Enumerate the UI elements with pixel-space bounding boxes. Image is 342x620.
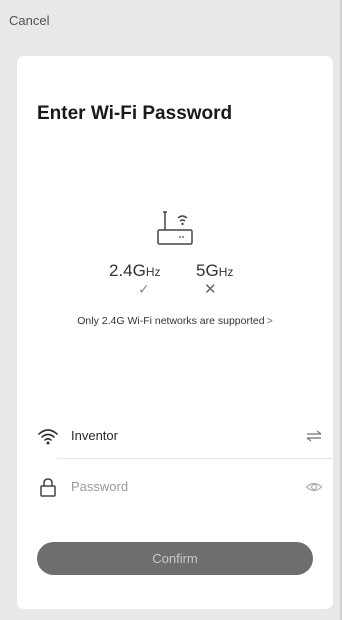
wifi-password-card: Enter Wi-Fi Password 2.4GHz 5GHz ✓ ✕ Onl… xyxy=(17,56,341,609)
band-2-4ghz-freq: 2.4G xyxy=(109,261,146,280)
password-field-wrap xyxy=(71,479,271,494)
page-title: Enter Wi-Fi Password xyxy=(37,103,233,124)
cancel-button[interactable]: Cancel xyxy=(9,13,49,28)
band-5ghz-unit: Hz xyxy=(218,265,234,279)
cross-icon: ✕ xyxy=(204,281,217,298)
eye-icon[interactable] xyxy=(305,479,323,495)
supported-networks-text: Only 2.4G Wi-Fi networks are supported xyxy=(77,315,265,327)
supported-networks-link[interactable]: Only 2.4G Wi-Fi networks are supported > xyxy=(17,315,333,327)
band-labels: 2.4GHz 5GHz xyxy=(17,261,333,283)
band-5ghz-freq: 5G xyxy=(196,261,219,280)
chevron-right-icon: > xyxy=(266,315,273,327)
field-divider xyxy=(57,458,341,459)
password-row[interactable] xyxy=(27,467,327,507)
band-5ghz: 5GHz xyxy=(196,261,233,281)
wifi-icon xyxy=(37,425,59,447)
ssid-value: Inventor xyxy=(71,428,118,443)
check-icon: ✓ xyxy=(138,281,150,297)
band-2-4ghz-unit: Hz xyxy=(145,265,161,279)
lock-icon xyxy=(37,476,59,498)
router-wifi-icon xyxy=(17,206,333,261)
password-input[interactable] xyxy=(71,479,271,494)
band-2-4ghz: 2.4GHz xyxy=(109,261,161,281)
confirm-button[interactable]: Confirm xyxy=(37,542,313,575)
switch-network-icon[interactable] xyxy=(305,428,323,444)
ssid-row[interactable]: Inventor xyxy=(27,416,327,456)
